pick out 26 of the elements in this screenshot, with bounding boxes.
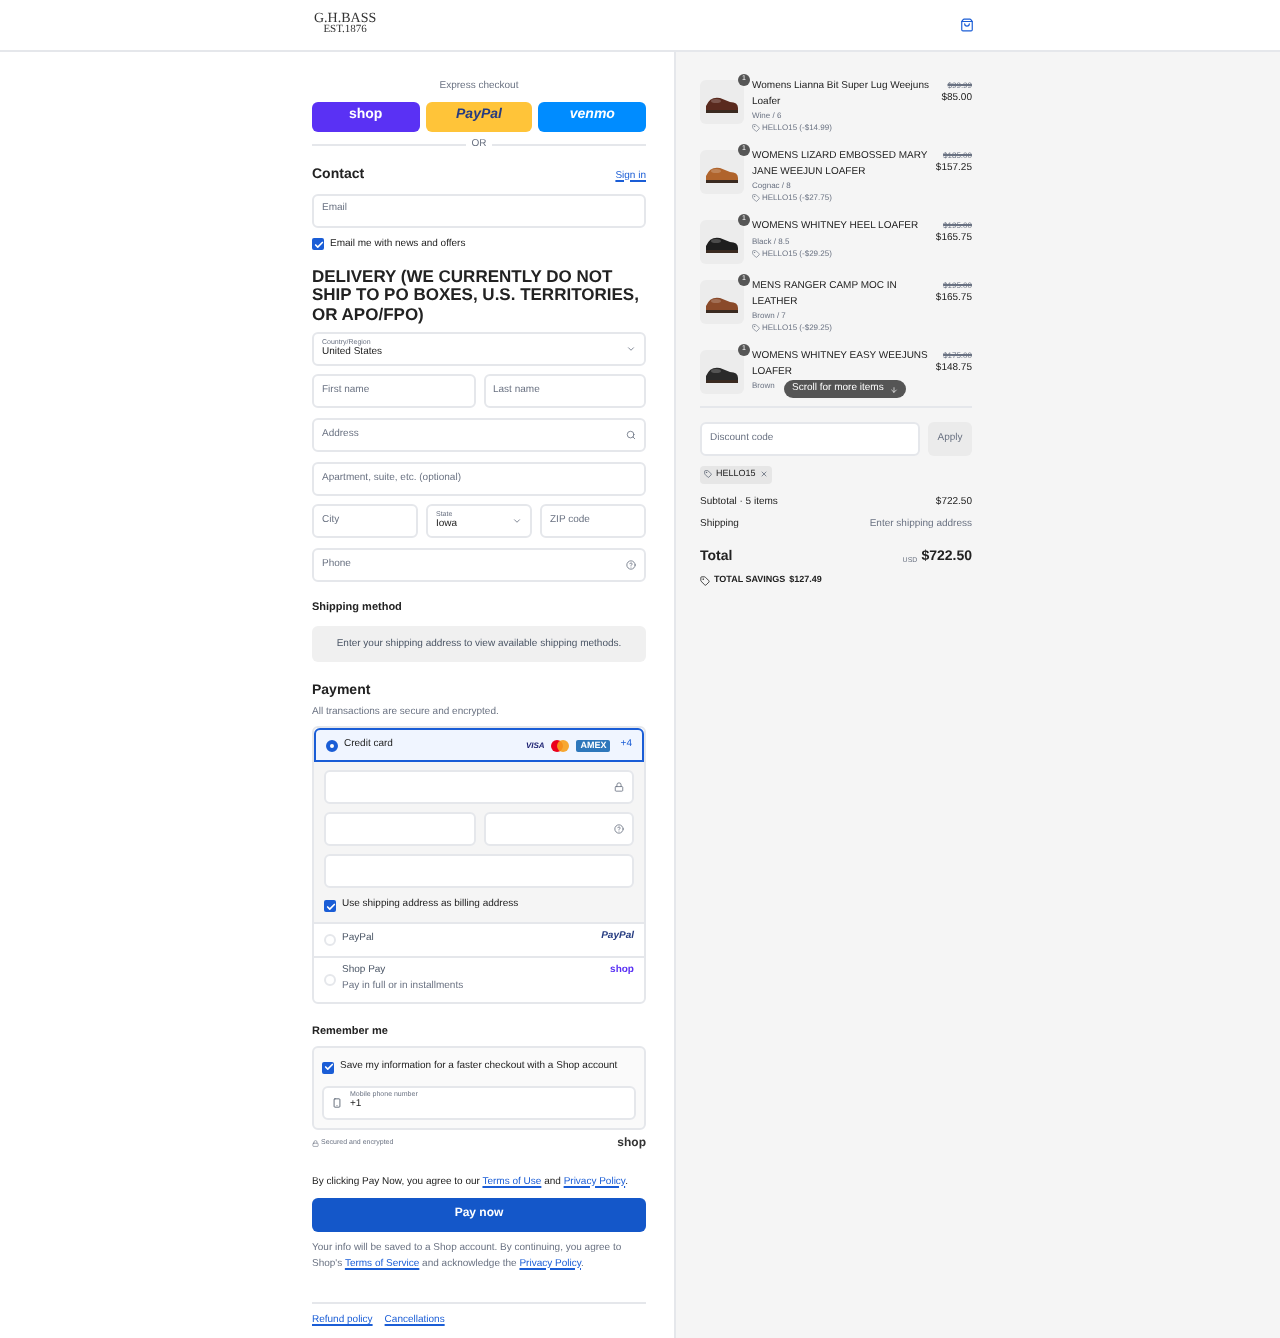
tag-icon	[752, 124, 760, 132]
shopping-bag-icon[interactable]	[960, 18, 974, 32]
security-code-field[interactable]	[483, 812, 634, 847]
name-on-card-field[interactable]	[324, 854, 634, 889]
lock-icon	[614, 782, 624, 793]
chevron-down-icon	[512, 516, 522, 527]
tag-icon	[704, 470, 712, 479]
expiration-date-field[interactable]	[324, 812, 475, 847]
help-icon[interactable]	[626, 560, 636, 571]
help-icon[interactable]	[614, 824, 624, 835]
card-number-field[interactable]	[324, 770, 634, 805]
chevron-down-icon	[626, 344, 636, 355]
tag-icon	[700, 576, 710, 587]
tag-icon	[752, 194, 760, 202]
arrow-down-icon	[889, 385, 898, 393]
checkbox[interactable]	[322, 1061, 334, 1074]
mastercard-icon	[550, 739, 571, 752]
section-title: DELIVERY (WE CURRENTLY DO NOT SHIP TO PO BOXES, U.S. TERRITORIES, OR APO/FPO)	[312, 268, 641, 325]
radio-button[interactable]	[326, 739, 338, 752]
checkbox[interactable]	[312, 238, 324, 251]
search-icon	[626, 430, 636, 441]
checkbox[interactable]	[324, 900, 336, 913]
tag-icon	[752, 249, 760, 257]
smartphone-icon	[332, 1097, 342, 1108]
tag-icon	[752, 324, 760, 332]
lock-icon	[312, 1140, 319, 1148]
